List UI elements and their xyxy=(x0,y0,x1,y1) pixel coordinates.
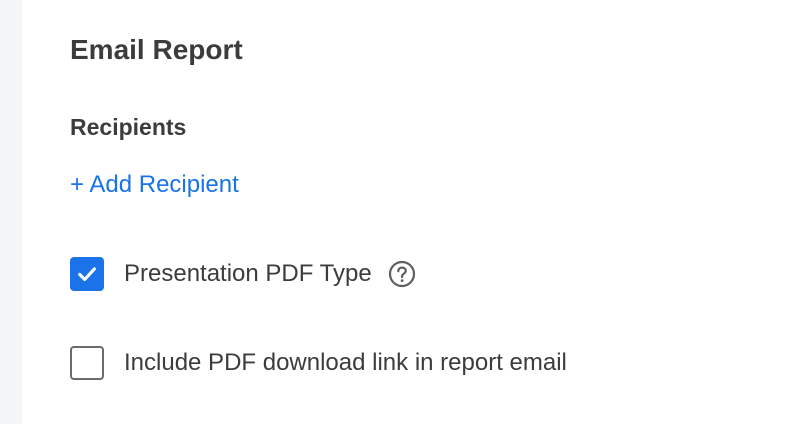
presentation-pdf-label[interactable]: Presentation PDF Type xyxy=(124,257,372,291)
pdf-download-link-option: Include PDF download link in report emai… xyxy=(70,345,567,381)
pdf-download-link-label[interactable]: Include PDF download link in report emai… xyxy=(124,346,567,380)
pdf-download-link-checkbox[interactable] xyxy=(70,346,104,380)
left-gutter xyxy=(0,0,22,424)
question-circle-icon[interactable] xyxy=(388,260,416,288)
recipients-heading: Recipients xyxy=(70,114,187,140)
checkmark-icon xyxy=(78,267,96,282)
email-report-panel: Email Report Recipients + Add Recipient … xyxy=(22,0,800,424)
add-recipient-link[interactable]: + Add Recipient xyxy=(70,168,239,202)
email-report-page: Email Report Recipients + Add Recipient … xyxy=(0,0,800,424)
section-title: Email Report xyxy=(70,34,243,65)
presentation-pdf-checkbox[interactable] xyxy=(70,257,104,291)
presentation-pdf-option: Presentation PDF Type xyxy=(70,256,416,292)
